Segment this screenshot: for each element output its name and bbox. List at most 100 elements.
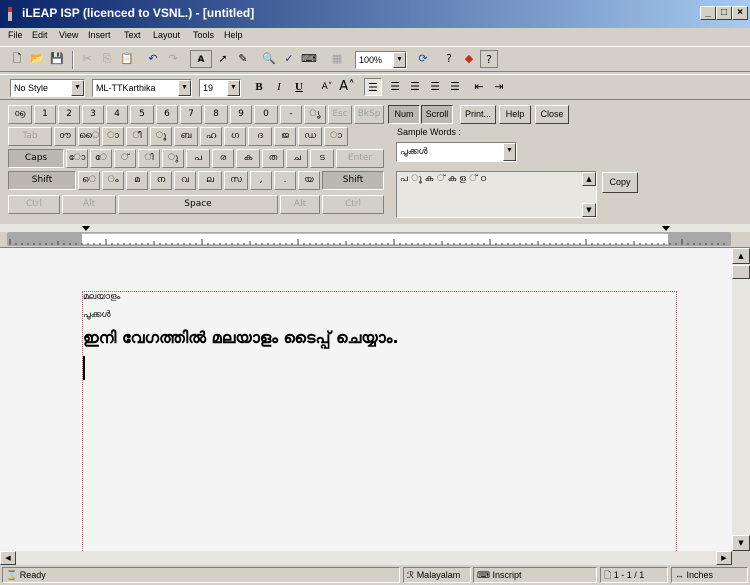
backspace-key[interactable]: BkSp (354, 105, 384, 124)
help-button[interactable]: Help (499, 105, 531, 124)
space-key[interactable]: Space (118, 195, 278, 214)
pen-icon[interactable]: ✎ (234, 50, 252, 68)
minimize-button[interactable]: _ (700, 6, 716, 20)
font-grow-icon[interactable]: A˄ (338, 78, 356, 96)
status-language[interactable]: ℛ Malayalam (403, 567, 471, 583)
status-layout[interactable]: ⌨ Inscript (473, 567, 597, 583)
key[interactable]: 1 (34, 105, 56, 124)
close-window-button[interactable]: × (732, 6, 748, 20)
pointer-icon[interactable]: ➚ (214, 50, 232, 68)
copy-icon[interactable]: ⎘ (98, 50, 116, 68)
key[interactable]: ത (262, 149, 284, 168)
scroll-up-icon[interactable]: ▲ (732, 248, 750, 264)
key[interactable]: ് (114, 149, 136, 168)
key[interactable]: 3 (82, 105, 104, 124)
key[interactable]: ക (236, 149, 260, 168)
menu-text[interactable]: Text (124, 30, 141, 40)
menu-insert[interactable]: Insert (88, 30, 111, 40)
key[interactable]: ജ (274, 127, 296, 146)
refresh-icon[interactable]: ⟳ (414, 50, 432, 68)
font-shrink-icon[interactable]: A˅ (318, 78, 336, 96)
align-left-icon[interactable]: ☰ (364, 78, 382, 96)
size-select[interactable]: 19 ▼ (199, 79, 241, 97)
increase-indent-icon[interactable]: ⇥ (490, 78, 508, 96)
menu-edit[interactable]: Edit (32, 30, 48, 40)
shift-key-right[interactable]: Shift (322, 171, 384, 190)
key[interactable]: ാ (324, 127, 348, 146)
status-units[interactable]: ↔ Inches (671, 567, 748, 583)
chevron-down-icon[interactable]: ▼ (393, 52, 406, 68)
esc-key[interactable]: Esc (328, 105, 352, 124)
spellcheck-icon[interactable]: ✓ (280, 50, 298, 68)
scroll-right-icon[interactable]: ▶ (716, 551, 732, 565)
decrease-indent-icon[interactable]: ⇤ (470, 78, 488, 96)
key[interactable]: ഹ (200, 127, 222, 146)
style-select[interactable]: No Style ▼ (10, 79, 85, 97)
key[interactable]: 5 (130, 105, 154, 124)
table-icon[interactable]: ▦ (328, 50, 346, 68)
num-toggle[interactable]: Num (388, 105, 420, 124)
chevron-down-icon[interactable]: ▼ (178, 80, 191, 96)
redo-icon[interactable]: ↷ (164, 50, 182, 68)
undo-icon[interactable]: ↶ (144, 50, 162, 68)
key[interactable]: സ (224, 171, 248, 190)
scroll-up-icon[interactable]: ▲ (582, 172, 596, 186)
cut-icon[interactable]: ✂ (78, 50, 96, 68)
key[interactable]: ച (286, 149, 308, 168)
menu-help[interactable]: Help (224, 30, 243, 40)
key[interactable]: േ (90, 149, 112, 168)
caps-key[interactable]: Caps (8, 149, 64, 168)
close-keyboard-button[interactable]: Close (535, 105, 569, 124)
underline-button[interactable]: U (290, 78, 308, 96)
book-icon[interactable]: ◆ (460, 50, 478, 68)
menu-tools[interactable]: Tools (193, 30, 214, 40)
horizontal-scrollbar[interactable]: ◀ ▶ (0, 551, 732, 565)
document-area[interactable]: മലയാളം പൂക്കൾ ഇനി വേഗത്തിൽ മലയാളം ടൈപ്പ്… (0, 248, 732, 553)
key[interactable]: ദ (248, 127, 272, 146)
save-icon[interactable]: 💾 (48, 50, 66, 68)
sample-words-select[interactable]: പൂക്കൾ ▼ (396, 142, 517, 162)
distribute-icon[interactable]: ☰ (446, 78, 464, 96)
key[interactable]: ീ (126, 127, 148, 146)
find-icon[interactable]: 🔍 (260, 50, 278, 68)
key[interactable]: ി (138, 149, 160, 168)
shift-key-left[interactable]: Shift (8, 171, 76, 190)
key[interactable]: െ (78, 171, 100, 190)
keyboard-icon[interactable]: ⌨ (300, 50, 318, 68)
key[interactable]: ൂ (150, 127, 172, 146)
key[interactable]: 6 (156, 105, 178, 124)
key[interactable]: 2 (58, 105, 80, 124)
key[interactable]: ഗ (224, 127, 246, 146)
menu-file[interactable]: File (8, 30, 23, 40)
key[interactable]: ല (198, 171, 222, 190)
vertical-scrollbar[interactable]: ▲ ▼ (732, 248, 750, 551)
chevron-down-icon[interactable]: ▼ (71, 80, 84, 96)
key[interactable]: ൈ (78, 127, 100, 146)
key[interactable]: യ (298, 171, 320, 190)
key[interactable]: പ (186, 149, 210, 168)
key[interactable]: 7 (180, 105, 202, 124)
chevron-down-icon[interactable]: ▼ (227, 80, 240, 96)
menu-view[interactable]: View (59, 30, 78, 40)
copy-button[interactable]: Copy (602, 172, 638, 193)
scroll-left-icon[interactable]: ◀ (0, 551, 16, 565)
font-spacing-icon[interactable]: A (190, 50, 212, 68)
scroll-toggle[interactable]: Scroll (421, 105, 453, 124)
align-right-icon[interactable]: ☰ (406, 78, 424, 96)
key[interactable]: മ (126, 171, 148, 190)
key[interactable]: 4 (106, 105, 128, 124)
align-center-icon[interactable]: ☰ (386, 78, 404, 96)
key[interactable]: 8 (204, 105, 228, 124)
bold-button[interactable]: B (250, 78, 268, 96)
key[interactable]: 0 (254, 105, 278, 124)
print-button[interactable]: Print... (460, 105, 496, 124)
paste-icon[interactable]: 📋 (118, 50, 136, 68)
key[interactable]: ന (150, 171, 172, 190)
key[interactable]: 9 (230, 105, 252, 124)
enter-key[interactable]: Enter (336, 149, 384, 168)
scroll-down-icon[interactable]: ▼ (582, 203, 596, 217)
key[interactable]: - (280, 105, 302, 124)
key[interactable]: , (250, 171, 272, 190)
key[interactable]: ം (102, 171, 124, 190)
key[interactable]: ഡ (298, 127, 322, 146)
